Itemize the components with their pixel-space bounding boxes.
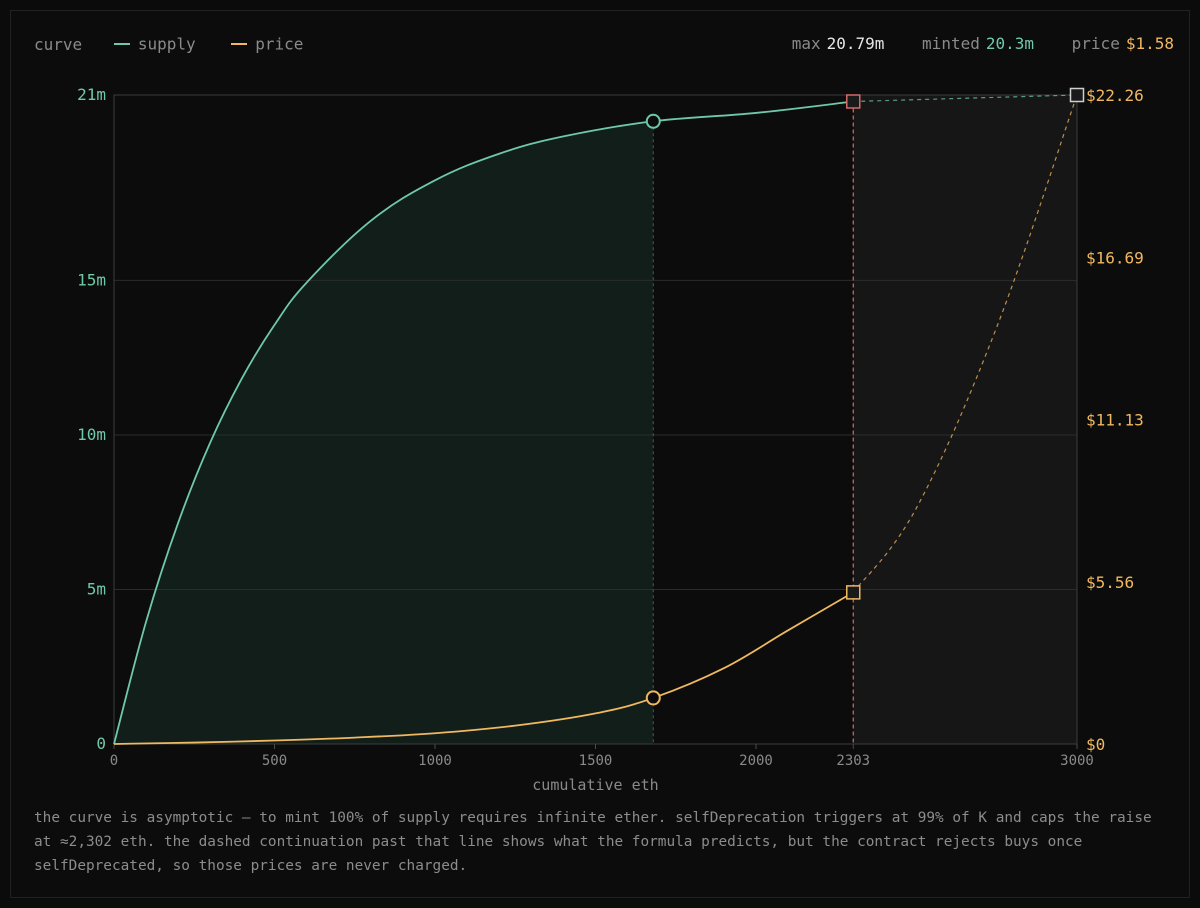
y-right-tick-label: $16.69	[1086, 248, 1144, 267]
x-tick-label: 3000	[1060, 753, 1094, 769]
bonding-curve-chart: 0 5m 10m 15m 21m $0 $5.56 $11.13 $16.69 $22.26 0 50…	[77, 85, 1144, 794]
max-end-point	[1069, 87, 1085, 103]
y-right-tick-label: $11.13	[1086, 411, 1144, 430]
y-left-tick-label: 5m	[87, 579, 106, 598]
supply-current-point	[645, 113, 661, 129]
x-tick-label: 1000	[418, 753, 452, 769]
y-left-tick-label: 10m	[77, 425, 106, 444]
supply-cap-point	[846, 94, 861, 109]
x-tick-label: 0	[110, 753, 118, 769]
y-left-tick-label: 0	[96, 734, 106, 753]
y-left-tick-label: 15m	[77, 270, 106, 289]
y-left-tick-label: 21m	[77, 85, 106, 104]
x-tick-label: 2303	[836, 753, 870, 769]
minted-area	[114, 121, 661, 744]
price-current-point	[645, 690, 661, 706]
price-cap-point	[846, 585, 861, 600]
chart-footnote: the curve is asymptotic — to mint 100% o…	[34, 810, 1152, 874]
beyond-cap-region	[853, 95, 1077, 744]
y-right-tick-label: $0	[1086, 735, 1105, 754]
x-axis-label: cumulative eth	[532, 776, 658, 794]
y-right-tick-label: $22.26	[1086, 86, 1144, 105]
y-right-tick-label: $5.56	[1086, 573, 1134, 592]
x-tick-label: 1500	[579, 753, 613, 769]
x-tick-label: 500	[262, 753, 287, 769]
x-tick-label: 2000	[739, 753, 773, 769]
